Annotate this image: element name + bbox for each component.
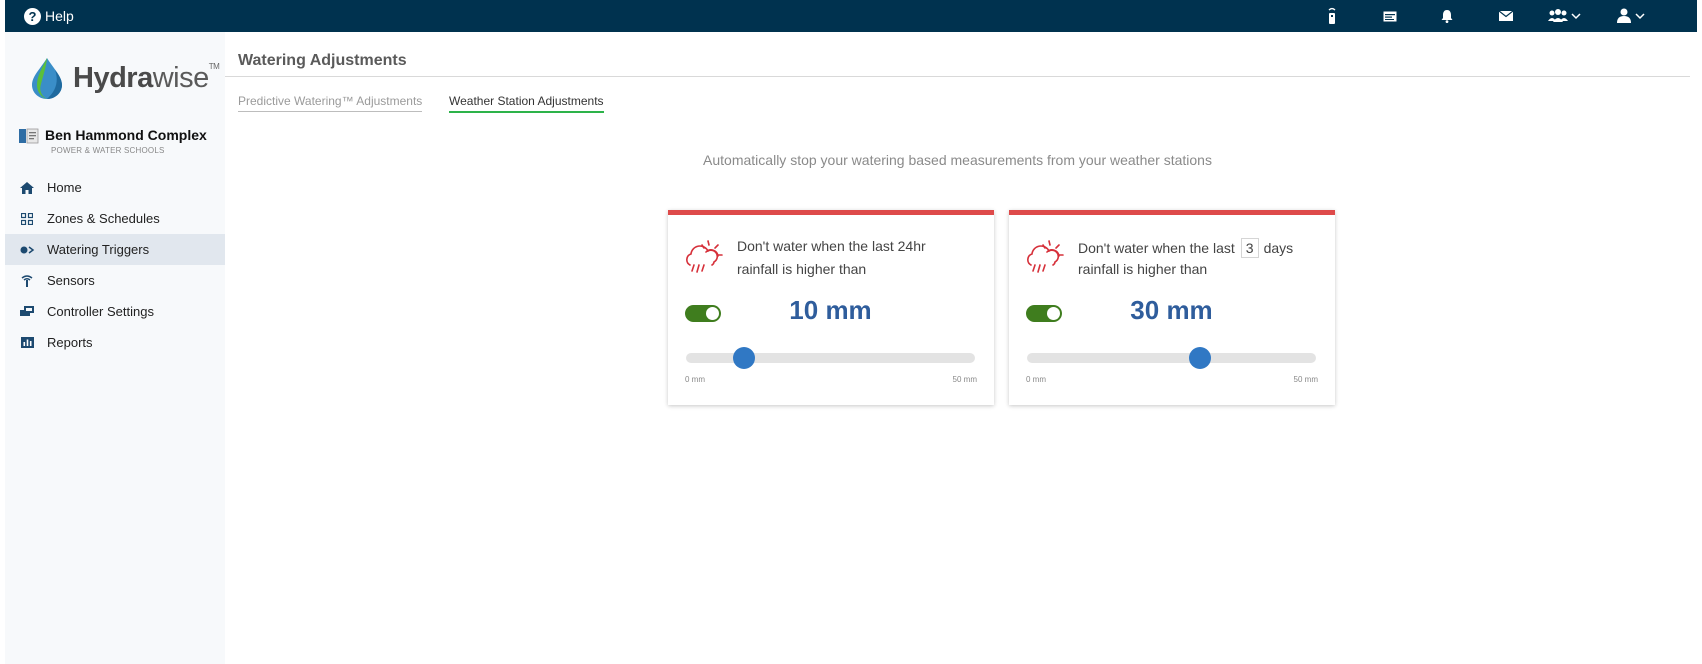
sidebar: HydrawiseTM Ben Hammond Complex POWER & … — [5, 32, 225, 664]
bell-icon[interactable] — [1432, 0, 1462, 32]
tab-weather-station[interactable]: Weather Station Adjustments — [449, 94, 604, 113]
sidebar-item-watering-triggers[interactable]: Watering Triggers — [5, 234, 225, 265]
title-divider — [225, 76, 1690, 77]
logo-wordmark: HydrawiseTM — [73, 61, 220, 94]
rain-cloud-sun-icon — [1027, 240, 1064, 273]
threshold-value: 30 mm — [1130, 295, 1213, 325]
sidebar-item-label: Reports — [47, 335, 93, 350]
threshold-slider[interactable] — [1027, 347, 1316, 369]
threshold-value: 10 mm — [789, 295, 872, 325]
site-name: Ben Hammond Complex — [45, 127, 207, 143]
sidebar-item-label: Watering Triggers — [47, 242, 150, 257]
sidebar-item-label: Controller Settings — [47, 304, 154, 319]
app-root: ? Help HydrawiseTM Ben Hammond Complex P… — [0, 0, 1702, 664]
threshold-slider[interactable] — [686, 347, 975, 369]
sidebar-item-home[interactable]: Home — [5, 172, 225, 203]
days-input[interactable]: 3 — [1240, 238, 1259, 258]
slider-max-label: 50 mm — [952, 375, 977, 384]
sidebar-item-label: Sensors — [47, 273, 95, 288]
zones-grid-icon — [19, 212, 35, 226]
enable-toggle[interactable] — [685, 305, 721, 322]
water-drop-logo-icon — [32, 58, 62, 99]
sidebar-item-controller-settings[interactable]: Controller Settings — [5, 296, 225, 327]
slider-min-label: 0 mm — [1026, 375, 1046, 384]
trigger-description-line2: rainfall is higher than — [1078, 261, 1208, 277]
calendar-card-icon[interactable] — [1375, 0, 1405, 32]
users-menu[interactable] — [1545, 0, 1585, 32]
site-subtitle: POWER & WATER SCHOOLS — [51, 146, 165, 155]
toggle-knob — [706, 307, 719, 320]
sidebar-nav: Home Zones & Schedules Watering Triggers… — [5, 172, 225, 358]
rain-cloud-sun-icon — [686, 240, 723, 273]
user-icon — [1617, 8, 1645, 23]
main-content: Watering Adjustments Predictive Watering… — [225, 32, 1697, 664]
toggle-knob — [1047, 307, 1060, 320]
sidebar-item-label: Home — [47, 180, 82, 195]
home-icon — [19, 181, 35, 195]
site-selector[interactable]: Ben Hammond Complex POWER & WATER SCHOOL… — [19, 127, 207, 155]
remote-icon[interactable] — [1317, 0, 1347, 32]
trigger-description-line1: Don't water when the last 24hr — [737, 238, 926, 254]
sidebar-item-reports[interactable]: Reports — [5, 327, 225, 358]
trigger-description-line1: Don't water when the last 3 days — [1078, 238, 1294, 258]
user-menu[interactable] — [1612, 0, 1652, 32]
sidebar-item-zones-schedules[interactable]: Zones & Schedules — [5, 203, 225, 234]
envelope-icon[interactable] — [1491, 0, 1521, 32]
hydrawise-logo[interactable]: HydrawiseTM — [27, 56, 220, 100]
rainfall-24hr-card: Don't water when the last 24hr rainfall … — [668, 210, 994, 405]
page-description: Automatically stop your watering based m… — [703, 152, 1212, 168]
help-label: Help — [45, 8, 74, 24]
trigger-icon — [19, 243, 35, 257]
top-bar: ? Help — [5, 0, 1697, 32]
enable-toggle[interactable] — [1026, 305, 1062, 322]
book-map-icon — [19, 128, 39, 144]
controller-icon — [19, 305, 35, 319]
sensor-antenna-icon — [19, 274, 35, 288]
slider-thumb[interactable] — [1189, 347, 1212, 369]
slider-min-label: 0 mm — [685, 375, 705, 384]
question-circle-icon: ? — [24, 7, 41, 25]
tab-predictive-watering[interactable]: Predictive Watering™ Adjustments — [238, 94, 423, 112]
slider-max-label: 50 mm — [1293, 375, 1318, 384]
sidebar-item-label: Zones & Schedules — [47, 211, 160, 226]
slider-thumb[interactable] — [732, 347, 755, 369]
sidebar-item-sensors[interactable]: Sensors — [5, 265, 225, 296]
users-icon — [1548, 9, 1581, 22]
trigger-description-line2: rainfall is higher than — [737, 261, 867, 277]
rainfall-days-card: Don't water when the last 3 days rainfal… — [1009, 210, 1335, 405]
page-title: Watering Adjustments — [238, 52, 407, 69]
help-button[interactable]: ? Help — [24, 7, 74, 25]
bar-chart-icon — [19, 336, 35, 350]
